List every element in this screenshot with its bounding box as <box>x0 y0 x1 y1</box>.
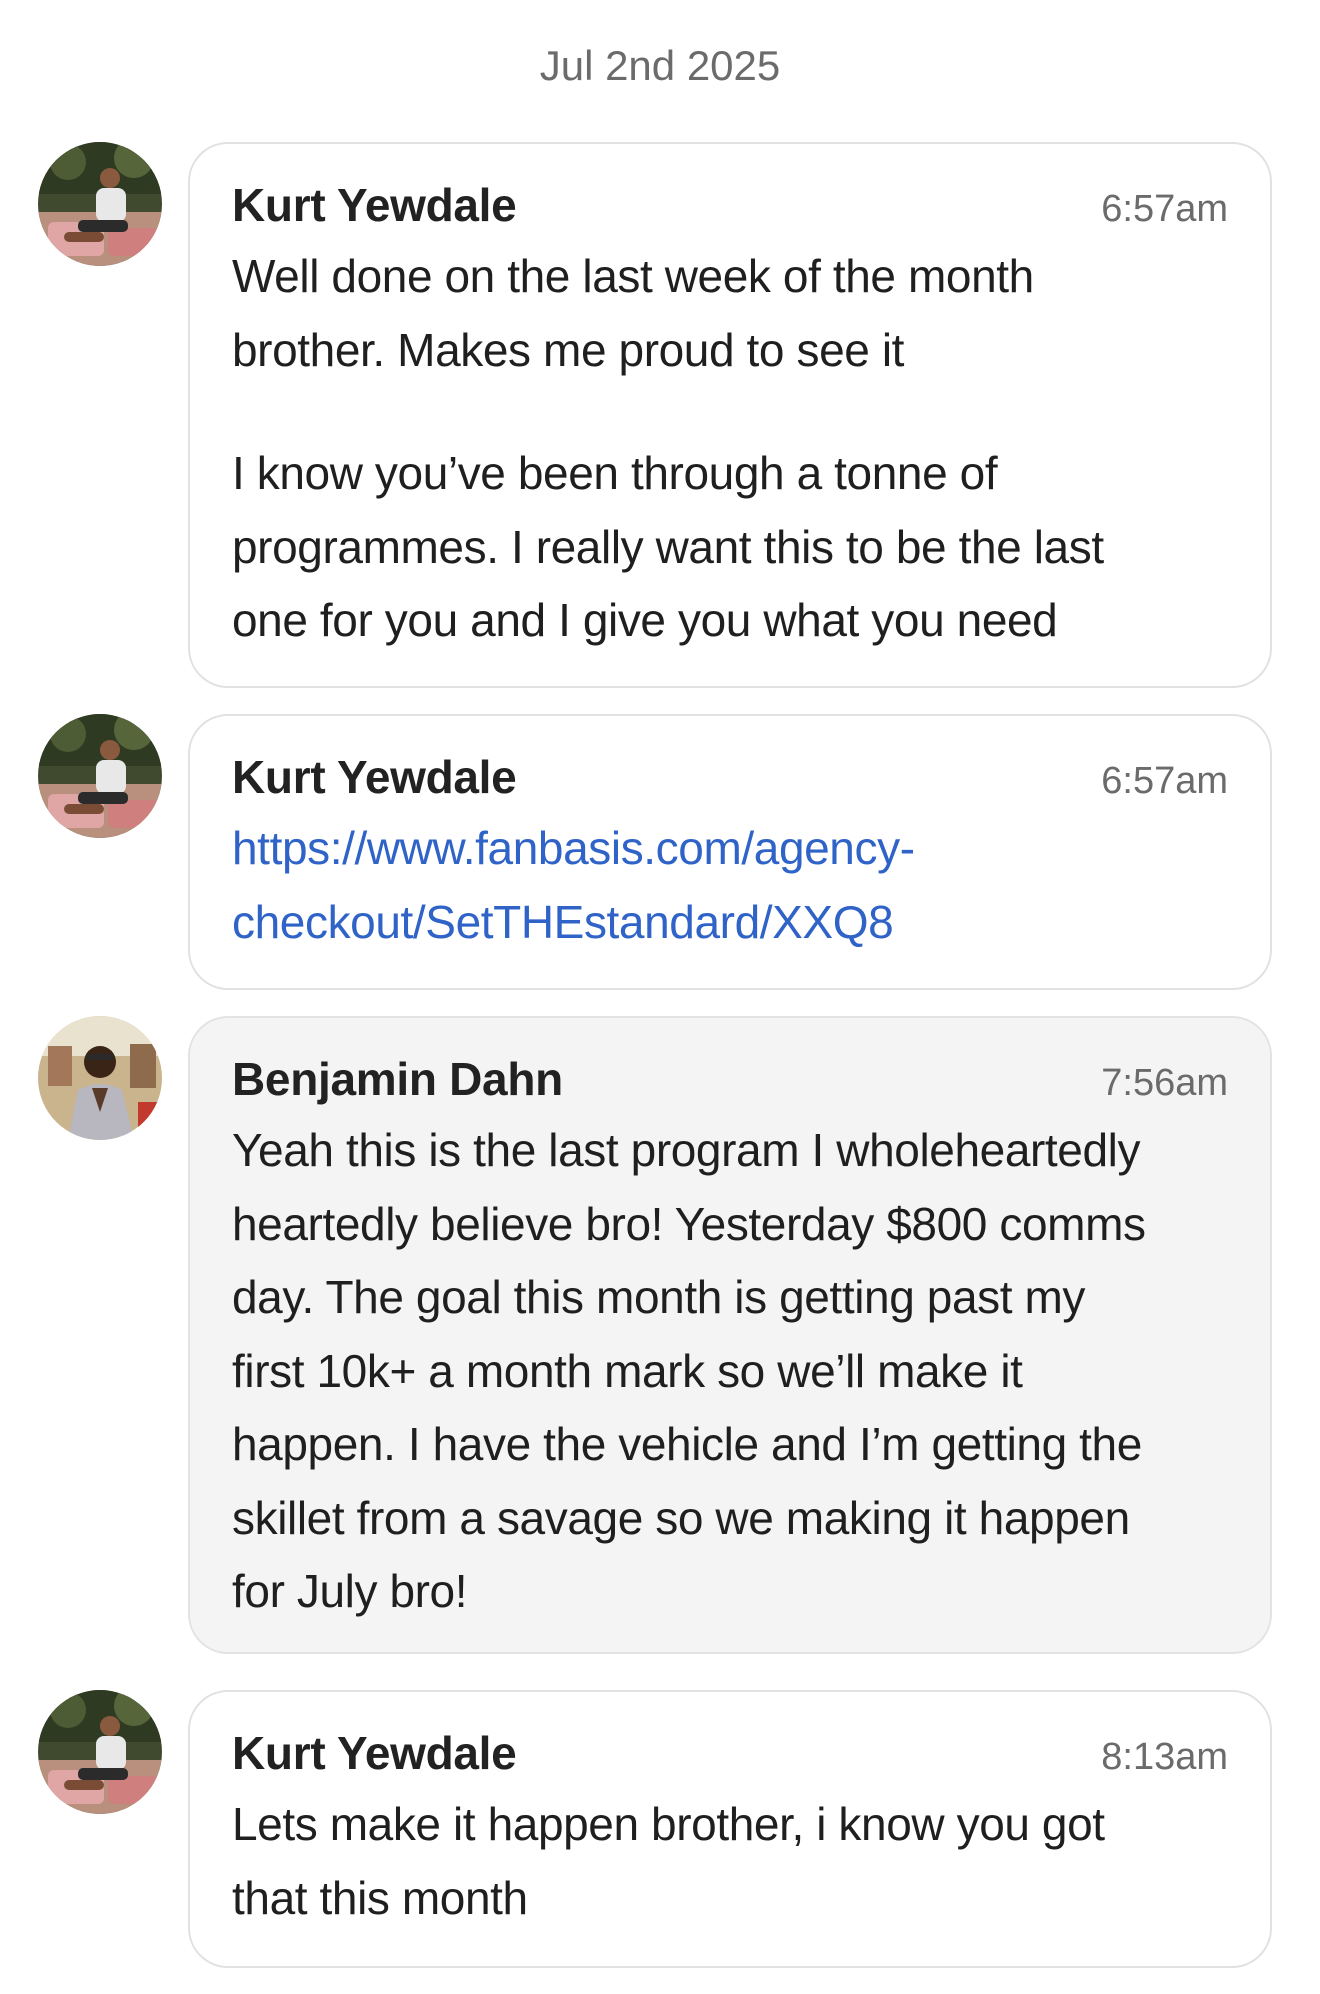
avatar[interactable] <box>38 1690 162 1814</box>
message-text-line: I know you’ve been through a tonne of <box>232 447 998 499</box>
message-time: 6:57am <box>1101 188 1228 230</box>
sender-name: Kurt Yewdale <box>232 751 517 803</box>
message-text-line: heartedly believe bro! Yesterday $800 co… <box>232 1197 1146 1250</box>
message-text-line: programmes. I really want this to be the… <box>232 520 1104 573</box>
message-link[interactable]: checkout/SetTHEstandard/XXQ8 <box>232 886 1228 960</box>
message-text-line: one for you and I give you what you need <box>232 594 1058 646</box>
message-text-line: brother. Makes me proud to see it <box>232 323 905 376</box>
avatar[interactable] <box>38 1016 162 1140</box>
message-text-line: happen. I have the vehicle and I’m getti… <box>232 1418 1142 1470</box>
message-text-line: Well done on the last week of the month <box>232 250 1034 302</box>
message-bubble[interactable]: Kurt Yewdale 8:13am Lets make it happen … <box>188 1690 1272 1968</box>
message-text-line: Lets make it happen brother, i know you … <box>232 1798 1105 1850</box>
avatar[interactable] <box>38 142 162 266</box>
message-text-line: skillet from a savage so we making it ha… <box>232 1491 1130 1544</box>
sender-name: Kurt Yewdale <box>232 179 517 231</box>
message-text-line: that this month <box>232 1871 528 1924</box>
date-header: Jul 2nd 2025 <box>539 42 781 89</box>
avatar[interactable] <box>38 714 162 838</box>
message-text-line: for July bro! <box>232 1565 468 1617</box>
message-bubble[interactable]: Kurt Yewdale 6:57am https://www.fanbasis… <box>188 714 1272 990</box>
message-time: 8:13am <box>1101 1736 1228 1778</box>
message-text-line: day. The goal this month is getting past… <box>232 1271 1086 1323</box>
message-bubble[interactable]: Kurt Yewdale 6:57am Well done on the las… <box>188 142 1272 688</box>
sender-name: Benjamin Dahn <box>232 1053 563 1105</box>
message-time: 6:57am <box>1101 760 1228 802</box>
message-text-line: first 10k+ a month mark so we’ll make it <box>232 1344 1023 1397</box>
message-time: 7:56am <box>1101 1062 1228 1104</box>
message-text-line: Yeah this is the last program I wholehea… <box>232 1124 1141 1176</box>
message-bubble[interactable]: Benjamin Dahn 7:56am Yeah this is the la… <box>188 1016 1272 1654</box>
message-link[interactable]: https://www.fanbasis.com/agency- <box>232 812 1228 886</box>
sender-name: Kurt Yewdale <box>232 1727 517 1779</box>
